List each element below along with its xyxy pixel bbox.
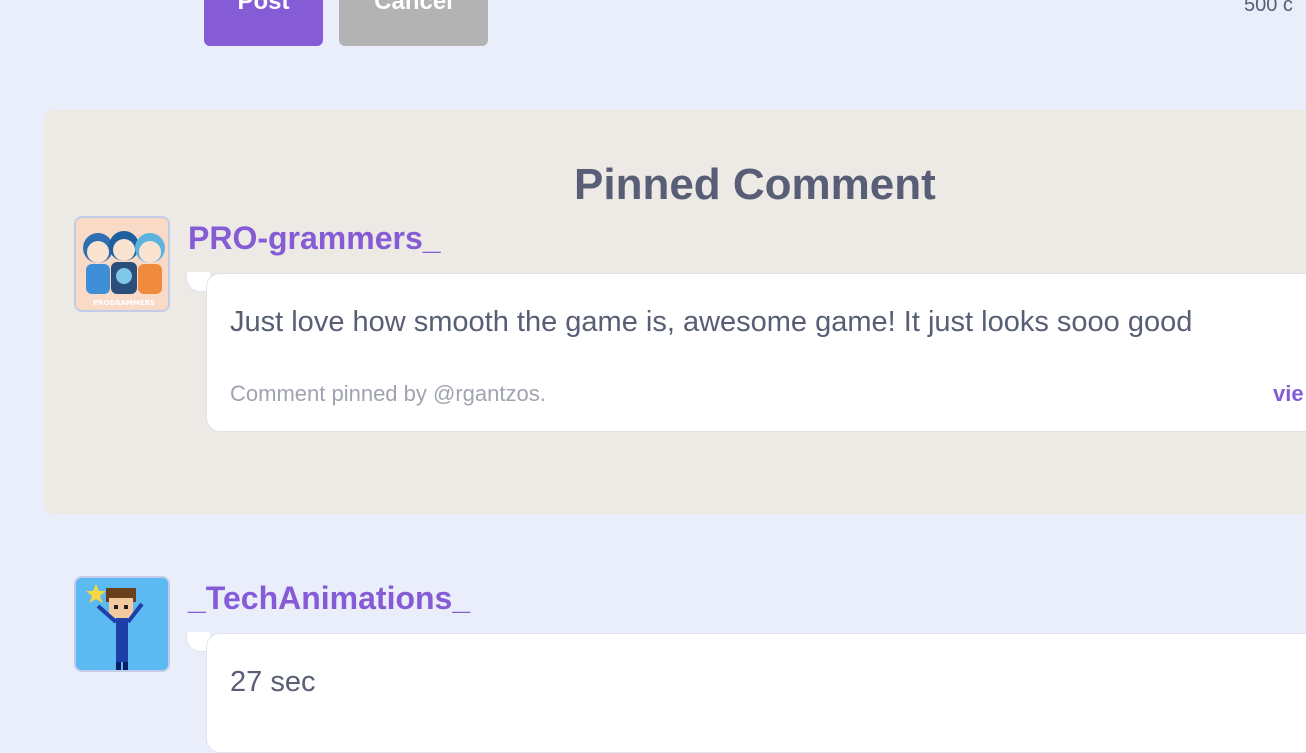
post-button[interactable]: Post — [204, 0, 323, 46]
comment-text: 27 sec — [230, 666, 316, 698]
cancel-button[interactable]: Cancel — [339, 0, 488, 46]
comment-bubble — [206, 633, 1306, 753]
character-count: 500 c — [1244, 0, 1293, 16]
pinned-by-note: Comment pinned by @rgantzos. — [230, 381, 546, 406]
tech-animations-avatar-icon — [76, 578, 168, 670]
comment-username[interactable]: _TechAnimations_ — [188, 580, 470, 617]
svg-text:PROGRAMMERS: PROGRAMMERS — [93, 299, 155, 307]
comment-avatar[interactable] — [74, 576, 170, 672]
pinned-comment-avatar[interactable]: PROGRAMMERS — [74, 216, 170, 312]
programmers-avatar-icon: PROGRAMMERS — [76, 218, 168, 310]
pinned-comment-username[interactable]: PRO-grammers_ — [188, 220, 441, 257]
pinned-comment-title: Pinned Comment — [574, 160, 936, 209]
pinned-comment-text: Just love how smooth the game is, awesom… — [230, 306, 1193, 338]
view-replies-link[interactable]: vie — [1273, 381, 1304, 407]
pinned-comment-bubble — [206, 273, 1306, 432]
